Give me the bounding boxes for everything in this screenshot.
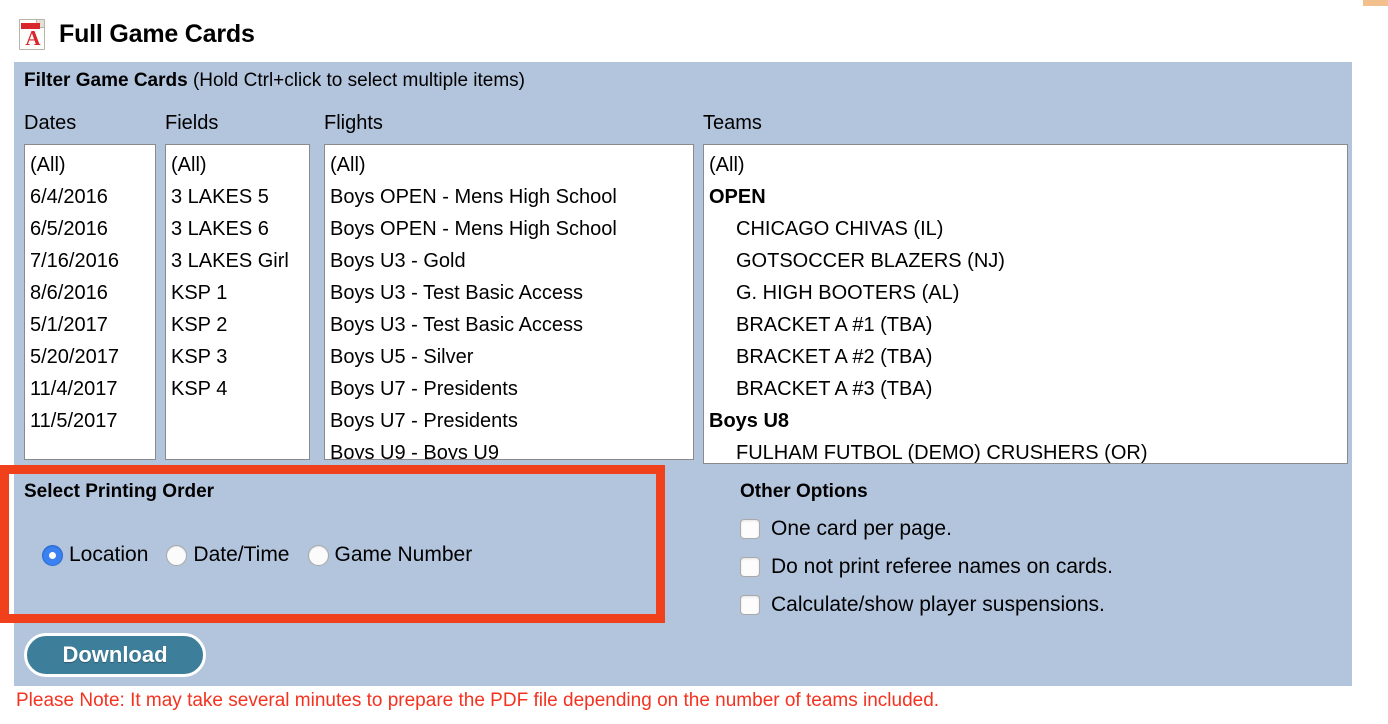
dates-listbox[interactable]: (All) 6/4/2016 6/5/2016 7/16/2016 8/6/2016 5/… bbox=[24, 144, 156, 460]
list-item[interactable]: 3 LAKES 6 bbox=[166, 213, 309, 245]
checkbox-option-1[interactable]: One card per page. bbox=[740, 517, 1340, 541]
list-item[interactable]: 8/6/2016 bbox=[25, 277, 155, 309]
cut-off-orange-element bbox=[1363, 0, 1388, 6]
pdf-icon-glyph: A bbox=[25, 25, 41, 50]
list-item[interactable]: 6/4/2016 bbox=[25, 181, 155, 213]
pdf-file-icon: A bbox=[19, 18, 45, 50]
list-group-header: OPEN bbox=[709, 186, 766, 208]
list-item[interactable]: Boys U3 - Test Basic Access bbox=[325, 277, 693, 309]
flights-listbox[interactable]: (All) Boys OPEN - Mens High School Boys OP… bbox=[324, 144, 694, 460]
list-item[interactable]: Boys U3 - Gold bbox=[325, 245, 693, 277]
list-item[interactable]: BRACKET A #1 (TBA) bbox=[704, 309, 1347, 341]
list-item[interactable]: (All) bbox=[25, 149, 155, 181]
list-item[interactable]: (All) bbox=[166, 149, 309, 181]
page-header: A Full Game Cards bbox=[0, 8, 1388, 60]
list-item[interactable]: 5/1/2017 bbox=[25, 309, 155, 341]
list-item[interactable]: (All) bbox=[325, 149, 693, 181]
checkbox-icon[interactable] bbox=[740, 557, 760, 577]
list-item[interactable]: FULHAM FUTBOL (DEMO) CRUSHERS (OR) bbox=[704, 437, 1347, 463]
list-item[interactable]: Boys U7 - Presidents bbox=[325, 405, 693, 437]
other-options-title: Other Options bbox=[740, 481, 868, 502]
checkbox-option-label: Calculate/show player suspensions. bbox=[771, 593, 1105, 616]
other-options-checkbox-list: One card per page. Do not print referee n… bbox=[740, 517, 1340, 617]
list-item[interactable]: 3 LAKES Girl bbox=[166, 245, 309, 277]
column-label-fields: Fields bbox=[165, 112, 219, 134]
list-item[interactable]: Boys OPEN - Mens High School bbox=[325, 181, 693, 213]
list-item[interactable]: KSP 4 bbox=[166, 373, 309, 405]
list-item[interactable]: BRACKET A #2 (TBA) bbox=[704, 341, 1347, 373]
list-item[interactable]: Boys U3 - Test Basic Access bbox=[325, 309, 693, 341]
list-item[interactable]: GOTSOCCER BLAZERS (NJ) bbox=[704, 245, 1347, 277]
list-item[interactable]: Boys OPEN - Mens High School bbox=[325, 213, 693, 245]
list-item[interactable]: KSP 2 bbox=[166, 309, 309, 341]
list-group-header: Boys U8 bbox=[709, 410, 790, 432]
list-item[interactable]: 6/5/2016 bbox=[25, 213, 155, 245]
list-item[interactable]: KSP 3 bbox=[166, 341, 309, 373]
filter-heading-hint: (Hold Ctrl+click to select multiple item… bbox=[187, 70, 526, 91]
list-item[interactable]: Boys U7 - Presidents bbox=[325, 373, 693, 405]
column-label-dates: Dates bbox=[24, 112, 77, 134]
column-label-teams: Teams bbox=[703, 112, 762, 134]
list-item[interactable]: CHICAGO CHIVAS (IL) bbox=[704, 213, 1347, 245]
checkbox-option-label: Do not print referee names on cards. bbox=[771, 555, 1114, 578]
please-note-text: Please Note: It may take several minutes… bbox=[16, 690, 940, 711]
filter-heading-bold: Filter Game Cards bbox=[24, 70, 188, 91]
checkbox-icon[interactable] bbox=[740, 595, 760, 615]
filter-panel: Filter Game Cards (Hold Ctrl+click to se… bbox=[0, 62, 1352, 686]
checkbox-option-label: One card per page. bbox=[771, 517, 952, 540]
list-item[interactable]: (All) bbox=[704, 149, 1347, 181]
printing-order-highlight-box bbox=[0, 465, 665, 623]
list-item[interactable]: 7/16/2016 bbox=[25, 245, 155, 277]
list-item[interactable]: 11/5/2017 bbox=[25, 405, 155, 437]
teams-listbox[interactable]: (All) OPEN CHICAGO CHIVAS (IL) GOTSOCCER BL… bbox=[703, 144, 1348, 464]
list-item[interactable]: 11/4/2017 bbox=[25, 373, 155, 405]
checkbox-option-3[interactable]: Calculate/show player suspensions. bbox=[740, 593, 1340, 617]
fields-listbox[interactable]: (All) 3 LAKES 53 LAKES 63 LAKES Girl KSP 1… bbox=[165, 144, 310, 460]
page-title: Full Game Cards bbox=[59, 19, 255, 48]
list-item[interactable]: 3 LAKES 5 bbox=[166, 181, 309, 213]
other-options-group: Other Options One card per page. Do not p… bbox=[740, 481, 1340, 617]
filter-panel-heading: Filter Game Cards (Hold Ctrl+click to se… bbox=[24, 70, 525, 92]
list-item[interactable]: 5/20/2017 bbox=[25, 341, 155, 373]
checkbox-icon[interactable] bbox=[740, 519, 760, 539]
column-label-flights: Flights bbox=[324, 112, 383, 134]
checkbox-option-2[interactable]: Do not print referee names on cards. bbox=[740, 555, 1340, 579]
list-item[interactable]: Boys U9 - Boys U9 bbox=[325, 437, 693, 459]
page-root: A Full Game Cards Filter Game Cards (Hol… bbox=[0, 0, 1388, 724]
list-item[interactable]: Boys U5 - Silver bbox=[325, 341, 693, 373]
list-item[interactable]: BRACKET A #3 (TBA) bbox=[704, 373, 1347, 405]
download-button[interactable]: Download bbox=[24, 633, 206, 677]
list-item[interactable]: G. HIGH BOOTERS (AL) bbox=[704, 277, 1347, 309]
list-item[interactable]: KSP 1 bbox=[166, 277, 309, 309]
